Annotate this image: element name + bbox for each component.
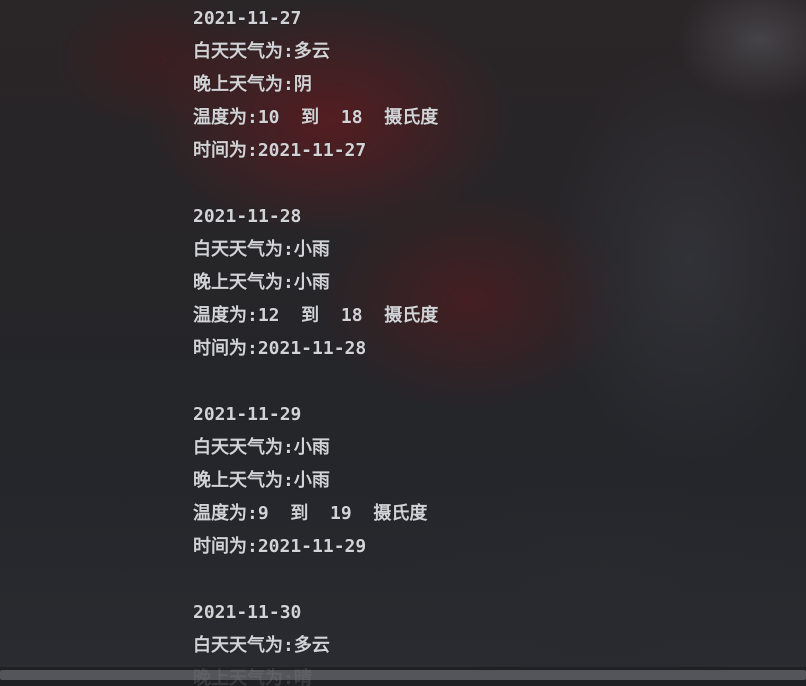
- log-line: 2021-11-29: [193, 404, 302, 425]
- log-line: 温度为:10 到 18 摄氏度: [193, 107, 439, 128]
- log-line: 白天天气为:小雨: [193, 437, 330, 458]
- log-lines: 2021-11-27 白天天气为:多云 晚上天气为:阴温度为:10 到 18 摄氏度…: [193, 2, 438, 686]
- log-line: 晚上天气为:小雨: [193, 470, 330, 491]
- log-line: 时间为:2021-11-28: [193, 338, 367, 359]
- log-line: 白天天气为:多云: [193, 41, 330, 62]
- log-line: 2021-11-28: [193, 206, 302, 227]
- console-output: 2021-11-27 白天天气为:多云 晚上天气为:阴温度为:10 到 18 摄氏度…: [0, 0, 806, 686]
- log-line: 晚上天气为:小雨: [193, 272, 330, 293]
- log-line: 白天天气为:小雨: [193, 239, 330, 260]
- log-line: 时间为:2021-11-27: [193, 140, 367, 161]
- log-line: 2021-11-30: [193, 602, 302, 623]
- blank-line: [193, 563, 438, 596]
- log-line: 2021-11-27: [193, 8, 302, 29]
- horizontal-scrollbar[interactable]: [0, 667, 806, 686]
- log-line: 时间为:2021-11-29: [193, 536, 367, 557]
- log-line: 温度为:12 到 18 摄氏度: [193, 305, 439, 326]
- log-line: 温度为:9 到 19 摄氏度: [193, 503, 428, 524]
- blank-line: [193, 365, 438, 398]
- log-line: 晚上天气为:阴: [193, 74, 312, 95]
- blank-line: [193, 167, 438, 200]
- horizontal-scrollbar-thumb[interactable]: [0, 670, 806, 680]
- log-line: 白天天气为:多云: [193, 635, 330, 656]
